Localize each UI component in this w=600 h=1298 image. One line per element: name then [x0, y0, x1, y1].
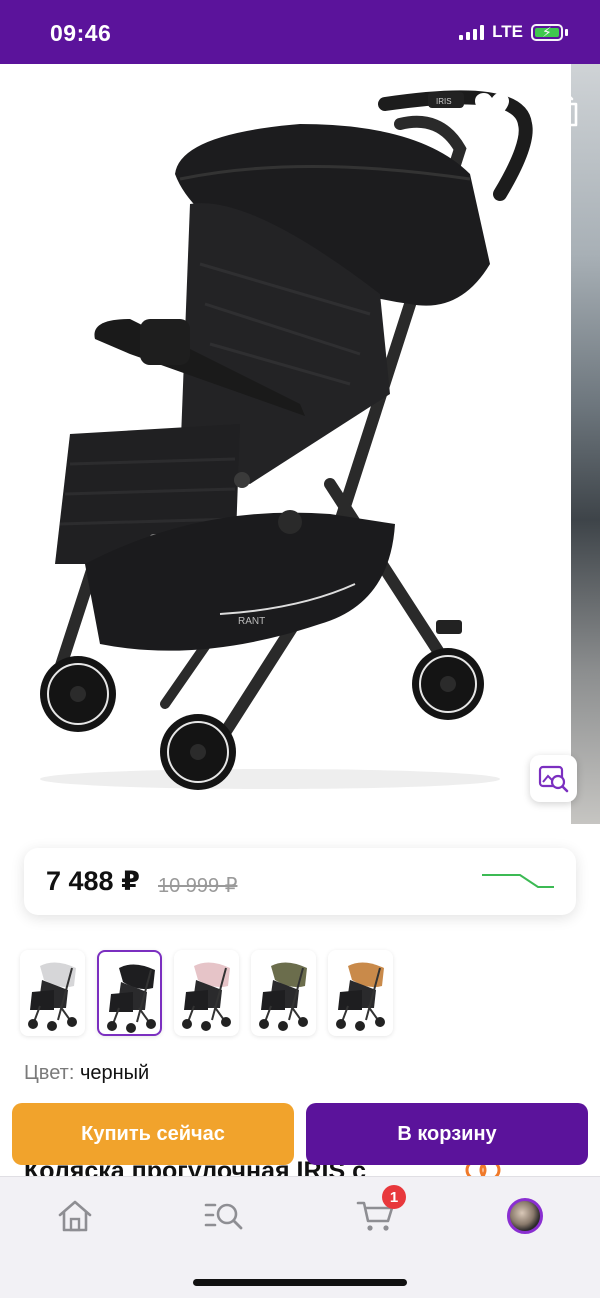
buy-now-button[interactable]: Купить сейчас [12, 1103, 294, 1165]
heart-icon [475, 93, 509, 122]
color-variant-thumb[interactable] [328, 950, 393, 1036]
price-card[interactable]: 7 488 ₽ 10 999 ₽ [24, 848, 576, 915]
catalog-search-icon [204, 1203, 243, 1230]
nav-profile[interactable] [495, 1193, 555, 1239]
stroller-thumbnail [336, 962, 385, 1031]
share-icon [550, 89, 578, 127]
stroller-brand-logo: RANT [238, 616, 265, 627]
stroller-handle-badge: IRIS [436, 97, 452, 106]
color-variant-thumb[interactable] [20, 950, 85, 1036]
home-icon [58, 1200, 92, 1232]
home-indicator [193, 1279, 407, 1286]
stroller-thumbnail [107, 964, 156, 1033]
image-search-icon [538, 765, 568, 792]
color-value: черный [79, 1062, 150, 1084]
selected-color: Цвет: черный [24, 1062, 149, 1085]
color-variants [20, 950, 580, 1038]
stroller-illustration: IRIS RANT [40, 90, 533, 790]
old-price: 10 999 ₽ [158, 875, 238, 897]
status-indicators: LTE ⚡ [459, 22, 568, 42]
stroller-thumbnail [259, 962, 308, 1031]
back-button[interactable] [18, 86, 58, 130]
purchase-actions: Купить сейчас В корзину [0, 1103, 600, 1167]
nav-cart[interactable]: 1 [346, 1185, 406, 1239]
chevron-left-icon [29, 92, 47, 124]
add-to-cart-button[interactable]: В корзину [306, 1103, 588, 1165]
status-time: 09:46 [50, 20, 112, 46]
current-price: 7 488 ₽ [46, 866, 140, 896]
share-button[interactable] [542, 84, 586, 132]
favorite-button[interactable] [470, 86, 514, 130]
network-type: LTE [492, 22, 523, 41]
stroller-thumbnail [182, 962, 231, 1031]
nav-home[interactable] [45, 1193, 105, 1239]
signal-icon [459, 24, 485, 40]
next-photo-preview[interactable] [571, 64, 600, 824]
color-variant-thumb[interactable] [97, 950, 162, 1036]
color-variant-thumb[interactable] [251, 950, 316, 1036]
color-label: Цвет: [24, 1062, 75, 1084]
visual-search-button[interactable] [530, 755, 577, 802]
product-photo[interactable]: IRIS RANT [0, 64, 571, 824]
price-trend-chart[interactable] [480, 868, 556, 894]
product-gallery[interactable]: IRIS RANT [0, 64, 600, 824]
bottom-navigation: 1 [0, 1176, 600, 1298]
color-variant-thumb[interactable] [174, 950, 239, 1036]
status-bar: 09:46 LTE ⚡ [0, 0, 600, 64]
avatar [507, 1198, 543, 1234]
stroller-thumbnail [28, 962, 77, 1031]
cart-count-badge: 1 [382, 1185, 406, 1209]
battery-icon: ⚡ [531, 23, 563, 41]
nav-catalog[interactable] [195, 1193, 255, 1239]
